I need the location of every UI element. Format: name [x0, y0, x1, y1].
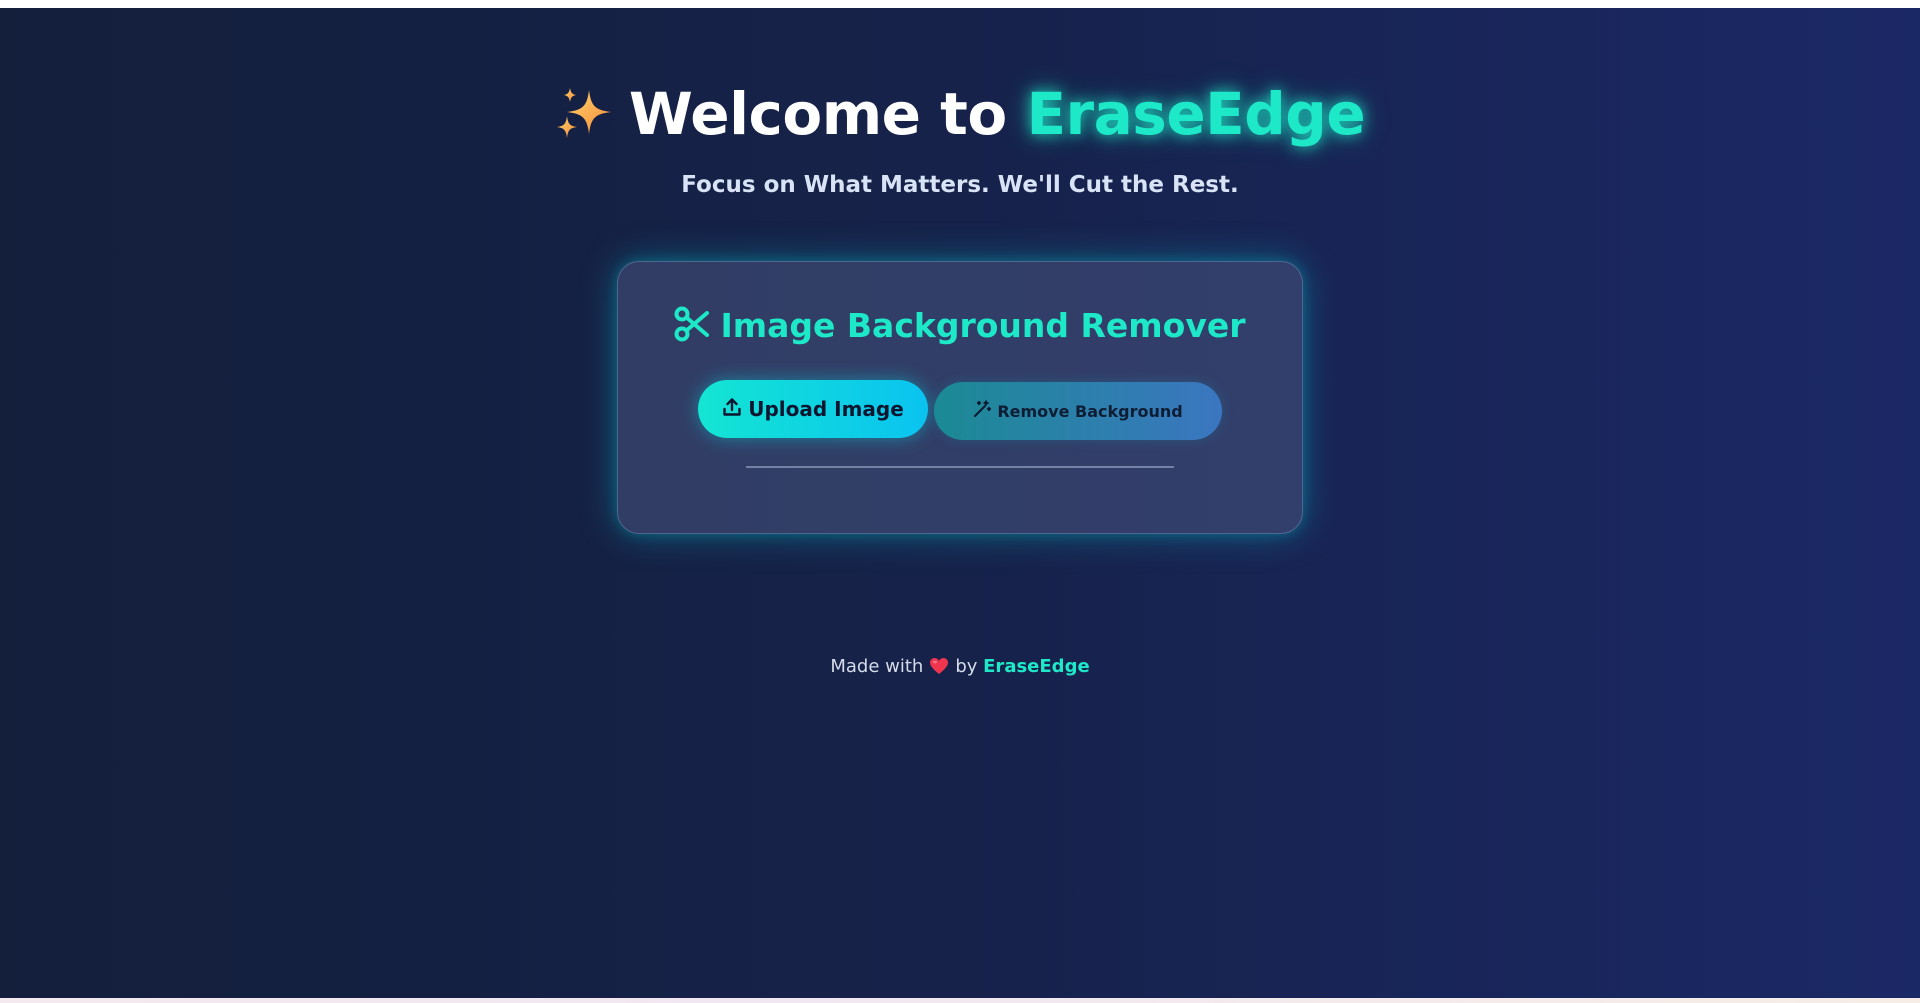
heart-icon: [929, 657, 949, 680]
bottom-edge-strip: [0, 998, 1920, 1003]
card-title-text: Image Background Remover: [720, 306, 1246, 345]
footer: Made with by EraseEdge: [0, 656, 1920, 680]
page-title: Welcome to EraseEdge: [0, 80, 1920, 154]
remove-background-button[interactable]: Remove Background: [934, 382, 1222, 440]
brand-name: EraseEdge: [1026, 80, 1366, 148]
sparkles-icon: [555, 84, 615, 154]
card-divider: [746, 466, 1174, 468]
page-background: Welcome to EraseEdge Focus on What Matte…: [0, 8, 1920, 998]
footer-brand-link[interactable]: EraseEdge: [983, 656, 1090, 677]
footer-made-with: Made with: [830, 656, 924, 677]
title-prefix: Welcome to: [628, 80, 1007, 148]
remover-card: Image Background Remover Upload Image Re…: [617, 261, 1303, 534]
tagline: Focus on What Matters. We'll Cut the Res…: [681, 172, 1239, 198]
upload-button-label: Upload Image: [748, 397, 904, 421]
scissors-icon: [674, 306, 710, 350]
top-edge-strip: [0, 0, 1920, 8]
footer-by: by: [955, 656, 978, 677]
remove-button-label: Remove Background: [997, 401, 1183, 421]
magic-wand-icon: [973, 400, 992, 422]
upload-image-button[interactable]: Upload Image: [698, 380, 928, 438]
upload-icon: [722, 397, 742, 422]
card-title: Image Background Remover: [618, 306, 1302, 350]
